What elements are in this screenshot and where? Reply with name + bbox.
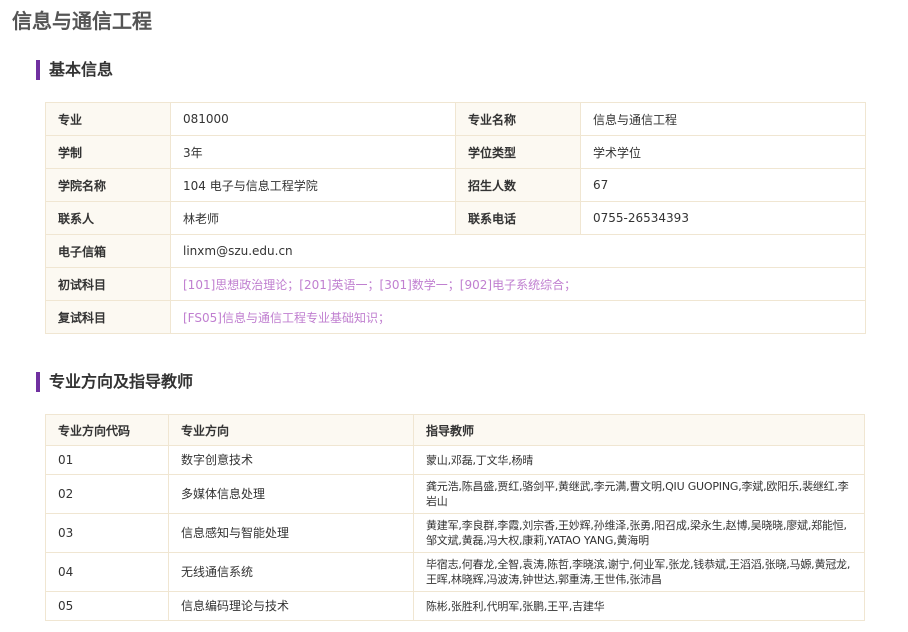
- direction-code: 02: [45, 474, 169, 514]
- duration-label: 学制: [45, 135, 171, 169]
- table-row: 02 多媒体信息处理 龚元浩,陈昌盛,贾红,骆剑平,黄继武,李元满,曹文明,QI…: [45, 474, 865, 514]
- initial-exam-label: 初试科目: [45, 267, 171, 301]
- direction-name: 无线通信系统: [168, 552, 414, 592]
- college-label: 学院名称: [45, 168, 171, 202]
- directions-table: 专业方向代码 专业方向 指导教师 01 数字创意技术 蒙山,邓磊,丁文华,杨晴 …: [45, 414, 865, 621]
- direction-code: 01: [45, 445, 169, 475]
- phone-value: 0755-26534393: [580, 201, 866, 235]
- major-code-label: 专业: [45, 102, 171, 136]
- page-title: 信息与通信工程: [12, 9, 152, 33]
- degree-type-label: 学位类型: [455, 135, 581, 169]
- column-header-teachers: 指导教师: [413, 414, 865, 446]
- table-row: 电子信箱 linxm@szu.edu.cn: [45, 234, 866, 268]
- direction-teachers: 毕宿志,何春龙,全智,袁涛,陈哲,李晓滨,谢宁,何业军,张龙,钱恭斌,王滔滔,张…: [413, 552, 865, 592]
- table-header-row: 专业方向代码 专业方向 指导教师: [45, 414, 865, 446]
- table-row: 学院名称 104 电子与信息工程学院 招生人数 67: [45, 168, 866, 202]
- contact-value: 林老师: [170, 201, 456, 235]
- initial-exam-link[interactable]: [101]思想政治理论；[201]英语一；[301]数学一；[902]电子系统综…: [170, 267, 866, 301]
- major-name-label: 专业名称: [455, 102, 581, 136]
- direction-name: 信息编码理论与技术: [168, 591, 414, 621]
- email-value: linxm@szu.edu.cn: [170, 234, 866, 268]
- direction-name: 多媒体信息处理: [168, 474, 414, 514]
- major-code-value: 081000: [170, 102, 456, 136]
- column-header-name: 专业方向: [168, 414, 414, 446]
- direction-teachers: 陈彬,张胜利,代明军,张鹏,王平,吉建华: [413, 591, 865, 621]
- enrollment-value: 67: [580, 168, 866, 202]
- directions-heading: 专业方向及指导教师: [36, 372, 193, 392]
- direction-code: 03: [45, 513, 169, 553]
- direction-teachers: 龚元浩,陈昌盛,贾红,骆剑平,黄继武,李元满,曹文明,QIU GUOPING,李…: [413, 474, 865, 514]
- contact-label: 联系人: [45, 201, 171, 235]
- table-row: 03 信息感知与智能处理 黄建军,李良群,李霞,刘宗香,王妙辉,孙维泽,张勇,阳…: [45, 513, 865, 553]
- table-row: 05 信息编码理论与技术 陈彬,张胜利,代明军,张鹏,王平,吉建华: [45, 591, 865, 621]
- direction-code: 05: [45, 591, 169, 621]
- phone-label: 联系电话: [455, 201, 581, 235]
- duration-value: 3年: [170, 135, 456, 169]
- retest-label: 复试科目: [45, 300, 171, 334]
- table-row: 初试科目 [101]思想政治理论；[201]英语一；[301]数学一；[902]…: [45, 267, 866, 301]
- table-row: 专业 081000 专业名称 信息与通信工程: [45, 102, 866, 136]
- table-row: 04 无线通信系统 毕宿志,何春龙,全智,袁涛,陈哲,李晓滨,谢宁,何业军,张龙…: [45, 552, 865, 592]
- table-row: 01 数字创意技术 蒙山,邓磊,丁文华,杨晴: [45, 445, 865, 475]
- table-row: 联系人 林老师 联系电话 0755-26534393: [45, 201, 866, 235]
- direction-code: 04: [45, 552, 169, 592]
- table-row: 学制 3年 学位类型 学术学位: [45, 135, 866, 169]
- enrollment-label: 招生人数: [455, 168, 581, 202]
- college-value: 104 电子与信息工程学院: [170, 168, 456, 202]
- direction-teachers: 黄建军,李良群,李霞,刘宗香,王妙辉,孙维泽,张勇,阳召成,梁永生,赵博,吴晓晓…: [413, 513, 865, 553]
- basic-info-table: 专业 081000 专业名称 信息与通信工程 学制 3年 学位类型 学术学位 学…: [45, 102, 866, 334]
- table-row: 复试科目 [FS05]信息与通信工程专业基础知识；: [45, 300, 866, 334]
- degree-type-value: 学术学位: [580, 135, 866, 169]
- email-label: 电子信箱: [45, 234, 171, 268]
- basic-info-heading: 基本信息: [36, 60, 113, 80]
- column-header-code: 专业方向代码: [45, 414, 169, 446]
- direction-name: 信息感知与智能处理: [168, 513, 414, 553]
- direction-name: 数字创意技术: [168, 445, 414, 475]
- direction-teachers: 蒙山,邓磊,丁文华,杨晴: [413, 445, 865, 475]
- major-name-value: 信息与通信工程: [580, 102, 866, 136]
- retest-link[interactable]: [FS05]信息与通信工程专业基础知识；: [170, 300, 866, 334]
